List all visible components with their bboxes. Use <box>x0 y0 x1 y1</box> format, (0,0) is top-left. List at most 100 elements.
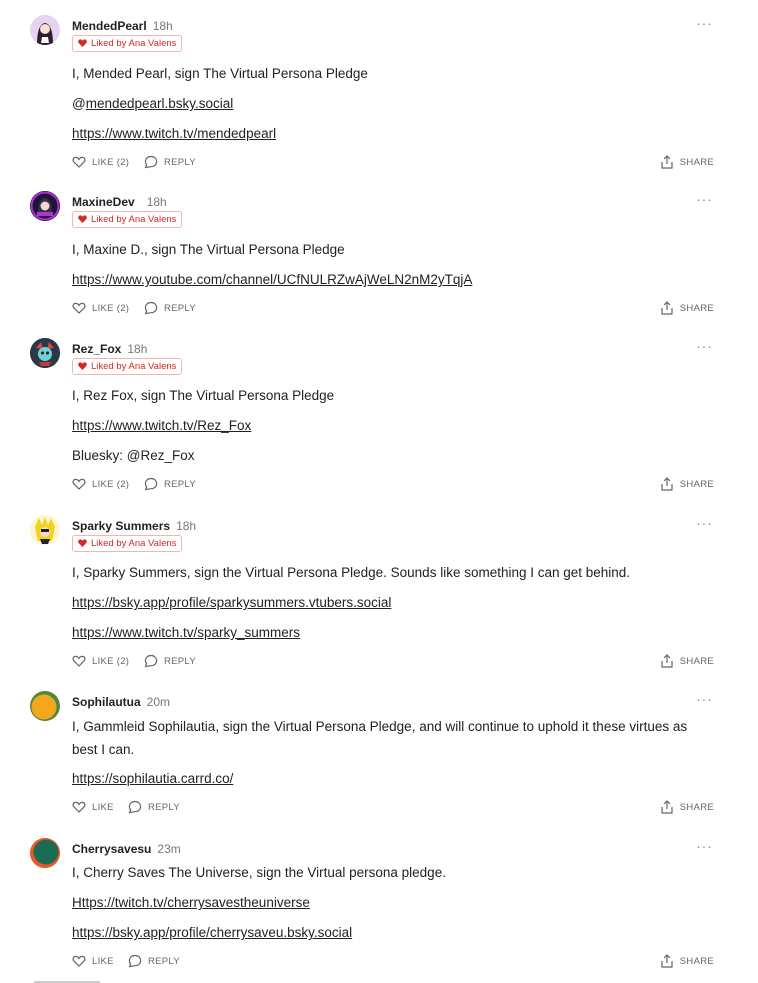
reply-button[interactable]: REPLY <box>144 654 196 668</box>
like-button[interactable]: LIKE <box>72 800 114 814</box>
author-name[interactable]: Rez_Fox <box>72 342 121 356</box>
speech-bubble-icon <box>144 654 158 668</box>
share-button[interactable]: SHARE <box>660 954 714 968</box>
like-button[interactable]: LIKE (2) <box>72 654 129 668</box>
like-button[interactable]: LIKE (2) <box>72 301 129 315</box>
share-button[interactable]: SHARE <box>660 800 714 814</box>
liked-by-badge: Liked by Ana Valens <box>72 211 183 228</box>
comment-link[interactable]: https://www.youtube.com/channel/UCfNULRZ… <box>72 272 472 287</box>
comment-link[interactable]: https://www.twitch.tv/sparky_summers <box>72 625 300 640</box>
author-name[interactable]: Cherrysavesu <box>72 842 151 856</box>
like-label: LIKE (2) <box>92 302 130 314</box>
like-label: LIKE <box>92 801 114 813</box>
comment-link[interactable]: https://www.twitch.tv/Rez_Fox <box>72 418 251 433</box>
comment-link[interactable]: https://bsky.app/profile/sparkysummers.v… <box>72 595 391 610</box>
comment-actions: LIKE REPLY SHARE <box>72 954 714 970</box>
reply-button[interactable]: REPLY <box>128 800 180 814</box>
avatar[interactable] <box>30 691 60 721</box>
share-icon <box>661 654 673 668</box>
more-options-icon[interactable]: ··· <box>696 339 713 353</box>
share-button[interactable]: SHARE <box>660 477 714 491</box>
heart-outline-icon <box>72 478 86 490</box>
heart-outline-icon <box>72 156 86 168</box>
comment-link[interactable]: https://www.twitch.tv/mendedpearl <box>72 126 276 141</box>
comment-actions: LIKE (2) REPLY SHARE <box>72 477 714 493</box>
author-name[interactable]: MaxineDev <box>72 195 135 209</box>
comment-header: Rez_Fox 18h <box>72 341 147 357</box>
more-options-icon[interactable]: ··· <box>696 839 713 853</box>
author-name[interactable]: Sophilautua <box>72 695 141 709</box>
reply-label: REPLY <box>164 655 196 667</box>
comment-link[interactable]: https://sophilautia.carrd.co/ <box>72 771 233 786</box>
more-options-icon[interactable]: ··· <box>696 692 713 706</box>
timestamp[interactable]: 18h <box>127 342 147 356</box>
share-button[interactable]: SHARE <box>660 155 714 169</box>
like-button[interactable]: LIKE <box>72 954 114 968</box>
mention-link[interactable]: mendedpearl.bsky.social <box>86 96 234 111</box>
comment-actions: LIKE REPLY SHARE <box>72 800 714 816</box>
comment-text: I, Maxine D., sign The Virtual Persona P… <box>72 242 345 257</box>
heart-icon <box>78 539 87 547</box>
comment-text: https://www.twitch.tv/sparky_summers <box>72 623 300 643</box>
share-icon <box>661 301 673 315</box>
reply-button[interactable]: REPLY <box>144 155 196 169</box>
more-options-icon[interactable]: ··· <box>696 192 713 206</box>
share-icon <box>661 477 673 491</box>
avatar[interactable] <box>30 338 60 368</box>
liked-by-badge: Liked by Ana Valens <box>72 535 183 552</box>
timestamp[interactable]: 18h <box>147 195 167 209</box>
reply-label: REPLY <box>164 302 196 314</box>
speech-bubble-icon <box>144 155 158 169</box>
heart-icon <box>78 215 87 223</box>
comment-text: https://bsky.app/profile/sparkysummers.v… <box>72 593 391 613</box>
heart-outline-icon <box>72 302 86 314</box>
comment-text: I, Gammleid Sophilautia, sign the Virtua… <box>72 719 688 757</box>
more-options-icon[interactable]: ··· <box>696 16 713 30</box>
liked-by-label: Liked by Ana Valens <box>91 214 177 225</box>
heart-outline-icon <box>72 801 86 813</box>
author-name[interactable]: Sparky Summers <box>72 519 170 533</box>
comment-header: MaxineDev 18h <box>72 194 167 210</box>
timestamp[interactable]: 23m <box>157 842 180 856</box>
comment-text: I, Cherry Saves The Universe, sign the V… <box>72 865 446 880</box>
share-icon <box>661 155 673 169</box>
like-button[interactable]: LIKE (2) <box>72 155 129 169</box>
share-icon <box>661 800 673 814</box>
comment-link[interactable]: Https://twitch.tv/cherrysavestheuniverse <box>72 895 310 910</box>
reply-label: REPLY <box>148 801 180 813</box>
share-button[interactable]: SHARE <box>660 301 714 315</box>
liked-by-badge: Liked by Ana Valens <box>72 358 183 375</box>
avatar[interactable] <box>30 191 60 221</box>
like-label: LIKE (2) <box>92 478 130 490</box>
reply-label: REPLY <box>148 955 180 967</box>
avatar[interactable] <box>30 15 60 45</box>
speech-bubble-icon <box>128 954 142 968</box>
like-button[interactable]: LIKE (2) <box>72 477 129 491</box>
comment-text: @mendedpearl.bsky.social <box>72 94 233 114</box>
comment-text: I, Sparky Summers, sign the Virtual Pers… <box>72 565 631 580</box>
share-button[interactable]: SHARE <box>660 654 714 668</box>
timestamp[interactable]: 20m <box>147 695 170 709</box>
reply-button[interactable]: REPLY <box>144 301 196 315</box>
comment-header: MendedPearl 18h <box>72 18 173 34</box>
reply-button[interactable]: REPLY <box>128 954 180 968</box>
avatar[interactable] <box>30 838 60 868</box>
reply-button[interactable]: REPLY <box>144 477 196 491</box>
timestamp[interactable]: 18h <box>153 19 173 33</box>
comment-text: Bluesky: @Rez_Fox <box>72 448 195 463</box>
mention-prefix: @ <box>72 96 86 111</box>
comment-header: Cherrysavesu 23m <box>72 841 181 857</box>
comment-link[interactable]: https://bsky.app/profile/cherrysaveu.bsk… <box>72 925 352 940</box>
comment-header: Sparky Summers 18h <box>72 518 196 534</box>
liked-by-label: Liked by Ana Valens <box>91 538 177 549</box>
like-label: LIKE (2) <box>92 655 130 667</box>
heart-outline-icon <box>72 955 86 967</box>
timestamp[interactable]: 18h <box>176 519 196 533</box>
author-name[interactable]: MendedPearl <box>72 19 147 33</box>
speech-bubble-icon <box>144 301 158 315</box>
comment-header: Sophilautua 20m <box>72 694 170 710</box>
avatar[interactable] <box>30 515 60 545</box>
comment-text: I, Mended Pearl, sign The Virtual Person… <box>72 66 368 81</box>
comment-text: Https://twitch.tv/cherrysavestheuniverse <box>72 893 310 913</box>
more-options-icon[interactable]: ··· <box>696 516 713 530</box>
